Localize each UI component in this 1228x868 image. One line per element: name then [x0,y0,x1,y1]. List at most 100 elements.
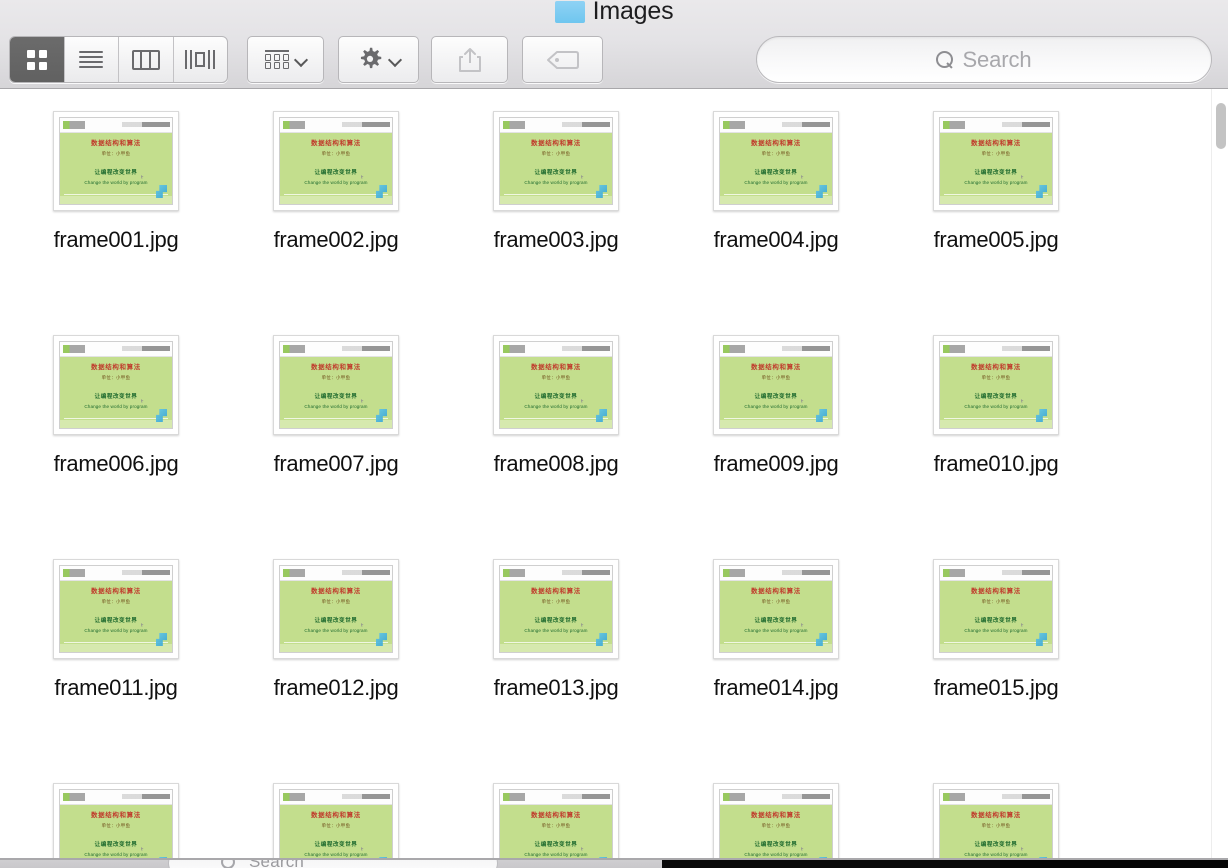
file-thumbnail[interactable]: 数据结构和算法 单位：小甲鱼 让编程改变世界 Change the world by … [53,783,179,860]
slide-subtitle: 单位：小甲鱼 [981,823,1011,828]
slide-header-strip [562,570,610,575]
slide-title: 数据结构和算法 [751,140,801,148]
slide-headline-en: Change the world by program [524,180,588,185]
file-thumbnail[interactable]: 数据结构和算法 单位：小甲鱼 让编程改变世界 Change the world by … [493,335,619,435]
slide-title: 数据结构和算法 [311,140,361,148]
slide-subtitle: 单位：小甲鱼 [321,151,351,156]
slide-header-strip [1002,122,1050,127]
slide-header-bar [940,342,1052,357]
file-item[interactable]: 数据结构和算法 单位：小甲鱼 让编程改变世界 Change the world by … [226,335,446,559]
arrange-by-button[interactable] [247,36,324,83]
file-thumbnail[interactable]: 数据结构和算法 单位：小甲鱼 让编程改变世界 Change the world by … [933,783,1059,860]
slide-header-strip [562,122,610,127]
file-label: frame002.jpg [273,227,399,252]
scrollbar-thumb[interactable] [1216,103,1226,149]
file-item[interactable]: 数据结构和算法 单位：小甲鱼 让编程改变世界 Change the world by … [446,111,666,335]
file-item[interactable]: 数据结构和算法 单位：小甲鱼 让编程改变世界 Change the world by … [446,559,666,783]
slide-headline-cn: 让编程改变世界 [534,394,578,400]
slide-logo-icon [503,121,525,129]
vertical-scrollbar[interactable] [1211,89,1228,860]
file-item[interactable]: 数据结构和算法 单位：小甲鱼 让编程改变世界 Change the world by … [666,559,886,783]
file-item[interactable]: 数据结构和算法 单位：小甲鱼 让编程改变世界 Change the world by … [226,111,446,335]
slide-preview: 数据结构和算法 单位：小甲鱼 让编程改变世界 Change the world by … [279,341,393,429]
file-thumbnail[interactable]: 数据结构和算法 单位：小甲鱼 让编程改变世界 Change the world by … [53,559,179,659]
file-item[interactable]: 数据结构和算法 单位：小甲鱼 让编程改变世界 Change the world by … [666,335,886,559]
slide-header-bar [720,118,832,133]
file-browser-content[interactable]: 数据结构和算法 单位：小甲鱼 让编程改变世界 Change the world by … [0,89,1228,860]
slide-title: 数据结构和算法 [311,588,361,596]
file-thumbnail[interactable]: 数据结构和算法 单位：小甲鱼 让编程改变世界 Change the world by … [273,559,399,659]
slide-divider [724,642,828,643]
slide-header-bar [280,566,392,581]
view-mode-gallery[interactable] [174,37,228,82]
file-item[interactable]: 数据结构和算法 单位：小甲鱼 让编程改变世界 Change the world by … [6,111,226,335]
search-input[interactable]: Search [756,36,1212,83]
slide-headline-en: Change the world by program [964,852,1028,857]
share-button[interactable] [431,36,508,83]
slide-divider [64,418,168,419]
file-item[interactable]: 数据结构和算法 单位：小甲鱼 让编程改变世界 Change the world by … [886,559,1106,783]
slide-header-bar [60,342,172,357]
file-thumbnail[interactable]: 数据结构和算法 单位：小甲鱼 让编程改变世界 Change the world by … [493,783,619,860]
gear-icon [360,47,381,68]
file-thumbnail[interactable]: 数据结构和算法 单位：小甲鱼 让编程改变世界 Change the world by … [273,111,399,211]
file-item[interactable]: 数据结构和算法 单位：小甲鱼 让编程改变世界 Change the world by … [6,783,226,860]
file-thumbnail[interactable]: 数据结构和算法 单位：小甲鱼 让编程改变世界 Change the world by … [933,335,1059,435]
slide-subtitle: 单位：小甲鱼 [321,375,351,380]
file-item[interactable]: 数据结构和算法 单位：小甲鱼 让编程改变世界 Change the world by … [446,335,666,559]
file-thumbnail[interactable]: 数据结构和算法 单位：小甲鱼 让编程改变世界 Change the world by … [933,559,1059,659]
slide-preview: 数据结构和算法 单位：小甲鱼 让编程改变世界 Change the world by … [279,565,393,653]
view-mode-icon[interactable] [10,37,65,82]
file-thumbnail[interactable]: 数据结构和算法 单位：小甲鱼 让编程改变世界 Change the world by … [713,111,839,211]
tags-button[interactable] [522,36,603,83]
view-mode-column[interactable] [119,37,174,82]
slide-headline-cn: 让编程改变世界 [974,394,1018,400]
slide-headline-en: Change the world by program [84,180,148,185]
slide-preview: 数据结构和算法 单位：小甲鱼 让编程改变世界 Change the world by … [939,565,1053,653]
file-thumbnail[interactable]: 数据结构和算法 单位：小甲鱼 让编程改变世界 Change the world by … [273,335,399,435]
file-item[interactable]: 数据结构和算法 单位：小甲鱼 让编程改变世界 Change the world by … [666,111,886,335]
file-item[interactable]: 数据结构和算法 单位：小甲鱼 让编程改变世界 Change the world by … [886,335,1106,559]
slide-footer-band [720,644,832,652]
slide-headline-cn: 让编程改变世界 [974,170,1018,176]
slide-headline-cn: 让编程改变世界 [974,618,1018,624]
slide-divider [64,194,168,195]
slide-title: 数据结构和算法 [311,364,361,372]
file-thumbnail[interactable]: 数据结构和算法 单位：小甲鱼 让编程改变世界 Change the world by … [53,111,179,211]
file-item[interactable]: 数据结构和算法 单位：小甲鱼 让编程改变世界 Change the world by … [666,783,886,860]
grid-icon [26,49,47,70]
file-thumbnail[interactable]: 数据结构和算法 单位：小甲鱼 让编程改变世界 Change the world by … [493,111,619,211]
file-thumbnail[interactable]: 数据结构和算法 单位：小甲鱼 让编程改变世界 Change the world by … [933,111,1059,211]
slide-header-bar [60,566,172,581]
file-item[interactable]: 数据结构和算法 单位：小甲鱼 让编程改变世界 Change the world by … [226,559,446,783]
file-item[interactable]: 数据结构和算法 单位：小甲鱼 让编程改变世界 Change the world by … [226,783,446,860]
file-item[interactable]: 数据结构和算法 单位：小甲鱼 让编程改变世界 Change the world by … [6,335,226,559]
slide-footer-band [280,644,392,652]
file-thumbnail[interactable]: 数据结构和算法 单位：小甲鱼 让编程改变世界 Change the world by … [713,559,839,659]
view-mode-segmented-control[interactable] [9,36,228,83]
slide-logo-icon [283,345,305,353]
slide-header-bar [940,118,1052,133]
share-icon [458,47,481,72]
file-thumbnail[interactable]: 数据结构和算法 单位：小甲鱼 让编程改变世界 Change the world by … [493,559,619,659]
window-bottom-edge [0,858,1228,860]
slide-preview: 数据结构和算法 单位：小甲鱼 让编程改变世界 Change the world by … [719,341,833,429]
action-button[interactable] [338,36,419,83]
file-item[interactable]: 数据结构和算法 单位：小甲鱼 让编程改变世界 Change the world by … [886,111,1106,335]
file-thumbnail[interactable]: 数据结构和算法 单位：小甲鱼 让编程改变世界 Change the world by … [53,335,179,435]
file-thumbnail[interactable]: 数据结构和算法 单位：小甲鱼 让编程改变世界 Change the world by … [713,335,839,435]
chevron-down-icon [296,54,307,65]
view-mode-list[interactable] [65,37,119,82]
slide-headline-en: Change the world by program [304,628,368,633]
file-thumbnail[interactable]: 数据结构和算法 单位：小甲鱼 让编程改变世界 Change the world by … [713,783,839,860]
window-titlebar[interactable]: Images [0,0,1228,26]
slide-headline-en: Change the world by program [524,628,588,633]
file-item[interactable]: 数据结构和算法 单位：小甲鱼 让编程改变世界 Change the world by … [886,783,1106,860]
file-item[interactable]: 数据结构和算法 单位：小甲鱼 让编程改变世界 Change the world by … [446,783,666,860]
slide-header-strip [562,794,610,799]
file-item[interactable]: 数据结构和算法 单位：小甲鱼 让编程改变世界 Change the world by … [6,559,226,783]
file-thumbnail[interactable]: 数据结构和算法 单位：小甲鱼 让编程改变世界 Change the world by … [273,783,399,860]
slide-subtitle: 单位：小甲鱼 [761,599,791,604]
file-label: frame011.jpg [54,675,178,700]
slide-logo-icon [283,121,305,129]
